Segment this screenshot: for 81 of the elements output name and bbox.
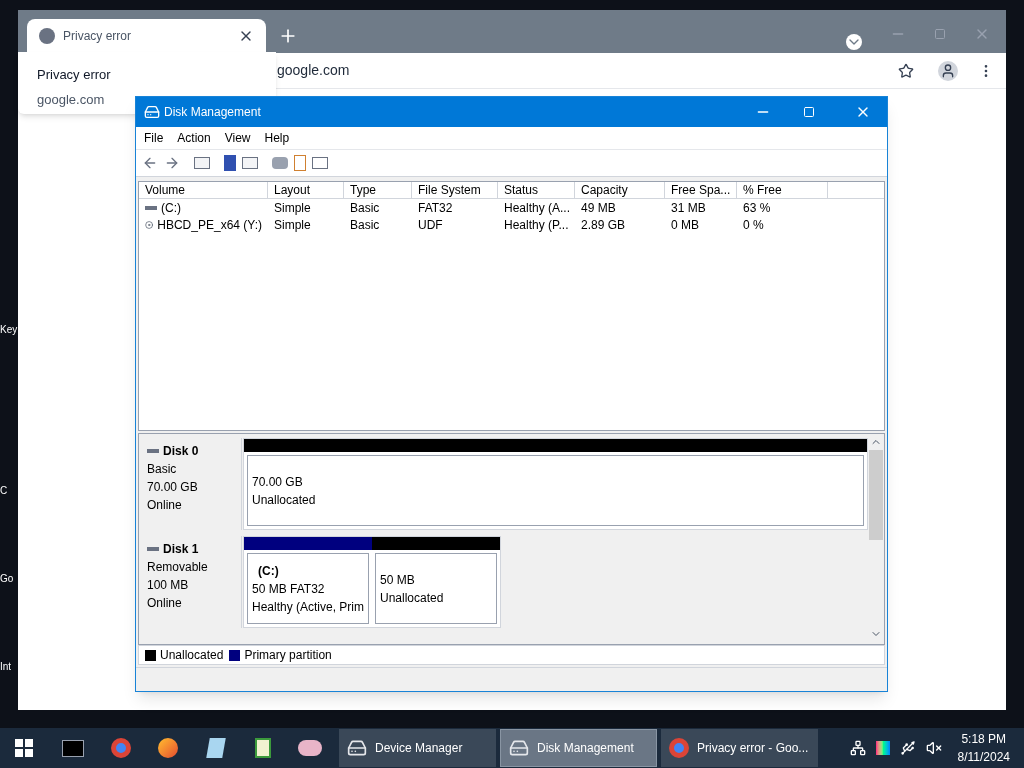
- disk-type: Removable: [147, 559, 209, 576]
- disk-size: 70.00 GB: [147, 479, 199, 496]
- tab-search-icon[interactable]: [846, 34, 862, 50]
- profile-icon[interactable]: [938, 60, 958, 81]
- partition-label: (C:): [257, 562, 280, 580]
- clock-time[interactable]: 5:18 PM: [961, 730, 1007, 748]
- partition-text: Unallocated: [380, 589, 445, 607]
- menu-item[interactable]: Action: [177, 129, 211, 147]
- disk-type: Basic: [147, 461, 178, 478]
- usb-icon[interactable]: [899, 740, 916, 756]
- tooltip-title: Privacy error: [37, 66, 112, 84]
- table-cell-text: HBCD_PE_x64 (Y:): [157, 216, 262, 234]
- disk-size: 100 MB: [147, 577, 190, 594]
- table-cell-text: Basic: [350, 216, 380, 234]
- network-icon[interactable]: [849, 740, 866, 756]
- disk-name: Disk 0: [163, 443, 199, 460]
- table-cell-text: UDF: [418, 216, 443, 234]
- taskbar-button[interactable]: Device Manager: [339, 729, 496, 767]
- back-icon[interactable]: [142, 155, 158, 171]
- table-cell-text: 49 MB: [581, 199, 616, 217]
- desktop-icon-label: Key: [0, 323, 18, 337]
- partition-text: Healthy (Active, Prim: [252, 598, 364, 616]
- partition-text: Unallocated: [252, 491, 317, 509]
- desktop-icon-label: Go: [0, 572, 14, 586]
- table-cell-text: (C:): [161, 199, 181, 217]
- properties-icon[interactable]: [312, 157, 328, 169]
- menu-item[interactable]: File: [144, 129, 164, 147]
- taskbar-button[interactable]: Disk Management: [500, 729, 657, 767]
- star-icon[interactable]: [898, 62, 914, 79]
- column-header[interactable]: Capacity: [575, 182, 665, 198]
- table-cell-text: Simple: [274, 199, 311, 217]
- table-cell-text: 0 MB: [671, 216, 699, 234]
- table-cell-text: Basic: [350, 199, 380, 217]
- volume-muted-icon[interactable]: [925, 740, 942, 756]
- taskbar-button[interactable]: Privacy error - Goo...: [661, 729, 818, 767]
- column-header[interactable]: Volume: [139, 182, 268, 198]
- table-cell-text: Healthy (P...: [504, 216, 569, 234]
- panel-icon[interactable]: [242, 157, 258, 169]
- table-cell-text: Simple: [274, 216, 311, 234]
- clock-date[interactable]: 8/11/2024: [957, 748, 1010, 766]
- terminal-icon[interactable]: [62, 739, 84, 757]
- scroll-thumb[interactable]: [869, 450, 883, 540]
- drive-icon: [147, 547, 159, 551]
- browser-tab[interactable]: Privacy error: [27, 19, 266, 53]
- color-icon[interactable]: [875, 741, 890, 755]
- partition-text: 50 MB FAT32: [252, 580, 326, 598]
- tooltip-subtitle: google.com: [37, 90, 106, 109]
- column-header[interactable]: Free Spa...: [665, 182, 737, 198]
- partition-text: 50 MB: [380, 571, 416, 589]
- desktop-icon-label: C: [0, 484, 8, 498]
- disk-name: Disk 1: [163, 541, 199, 558]
- drive-icon: [145, 205, 157, 210]
- column-header[interactable]: Type: [344, 182, 412, 198]
- forward-icon[interactable]: [164, 155, 180, 171]
- cd-icon: [145, 218, 154, 231]
- column-header[interactable]: Status: [498, 182, 575, 198]
- scrollbar[interactable]: [868, 434, 884, 644]
- drive-icon: [147, 449, 159, 453]
- column-header[interactable]: Layout: [268, 182, 344, 198]
- table-cell-text: FAT32: [418, 199, 453, 217]
- legend-label: Unallocated: [160, 647, 224, 664]
- disk-status: Online: [147, 497, 183, 514]
- column-header[interactable]: File System: [412, 182, 498, 198]
- browser-icon[interactable]: [111, 738, 131, 758]
- desktop-icon-label: Int: [0, 660, 12, 674]
- browser-icon: [669, 738, 689, 758]
- panel-icon[interactable]: [194, 157, 210, 169]
- legend-label: Primary partition: [244, 647, 332, 664]
- computer-icon: [347, 738, 367, 758]
- table-cell-text: 0 %: [743, 216, 764, 234]
- partition-text: 70.00 GB: [252, 473, 304, 491]
- window-title: Disk Management: [164, 104, 262, 121]
- table-cell-text: 31 MB: [671, 199, 706, 217]
- menu-item[interactable]: Help: [264, 129, 290, 147]
- table-cell-text: 63 %: [743, 199, 771, 217]
- table-cell-text: 2.89 GB: [581, 216, 626, 234]
- address-field[interactable]: google.com: [277, 60, 898, 81]
- disk-status: Online: [147, 595, 183, 612]
- table-cell-text: Healthy (A...: [504, 199, 571, 217]
- menu-item[interactable]: View: [224, 129, 251, 147]
- column-header[interactable]: % Free: [737, 182, 828, 198]
